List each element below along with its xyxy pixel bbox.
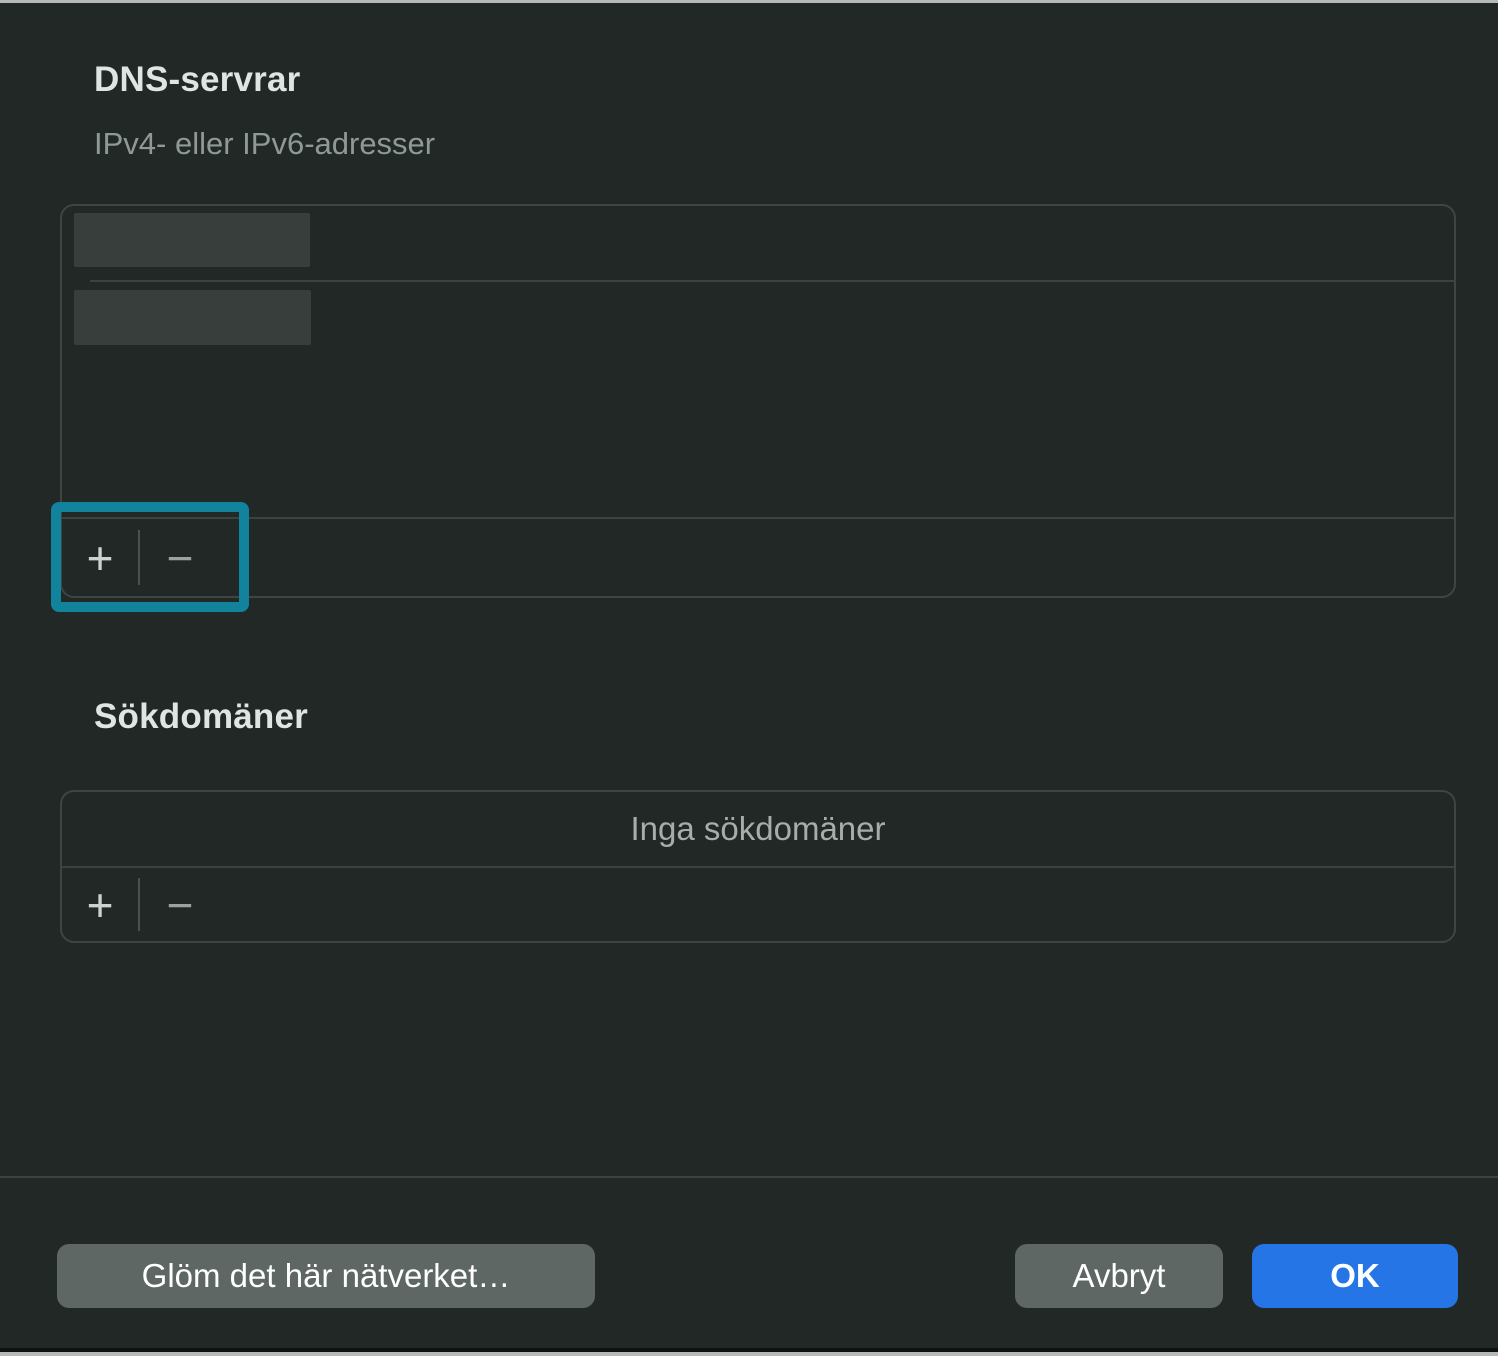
dns-list-controls: + − (62, 519, 1454, 596)
ok-button[interactable]: OK (1252, 1244, 1458, 1308)
dns-settings-dialog: DNS-servrar IPv4- eller IPv6-adresser + … (0, 0, 1498, 1356)
footer-separator (0, 1176, 1498, 1178)
redacted-dns-address (74, 213, 310, 267)
cancel-button[interactable]: Avbryt (1015, 1244, 1223, 1308)
controls-divider (138, 878, 140, 931)
window-bottom-edge-light (0, 1352, 1498, 1356)
empty-state-text: Inga sökdomäner (62, 792, 1454, 866)
dns-section-subtitle: IPv4- eller IPv6-adresser (94, 126, 435, 162)
search-domains-list: Inga sökdomäner + − (60, 790, 1456, 943)
dns-server-list: + − (60, 204, 1456, 598)
add-dns-server-button[interactable]: + (80, 535, 120, 581)
dns-section-title: DNS-servrar (94, 60, 300, 100)
remove-dns-server-button[interactable]: − (158, 535, 202, 581)
redacted-dns-address (74, 290, 311, 345)
forget-network-button[interactable]: Glöm det här nätverket… (57, 1244, 595, 1308)
search-domains-title: Sökdomäner (94, 697, 308, 737)
add-search-domain-button[interactable]: + (80, 882, 120, 928)
dns-server-row[interactable] (62, 206, 1454, 280)
remove-search-domain-button[interactable]: − (158, 882, 202, 928)
controls-divider (138, 530, 140, 585)
window-top-edge (0, 0, 1498, 3)
dns-server-row[interactable] (62, 282, 1454, 352)
search-domains-controls: + − (62, 868, 1454, 941)
